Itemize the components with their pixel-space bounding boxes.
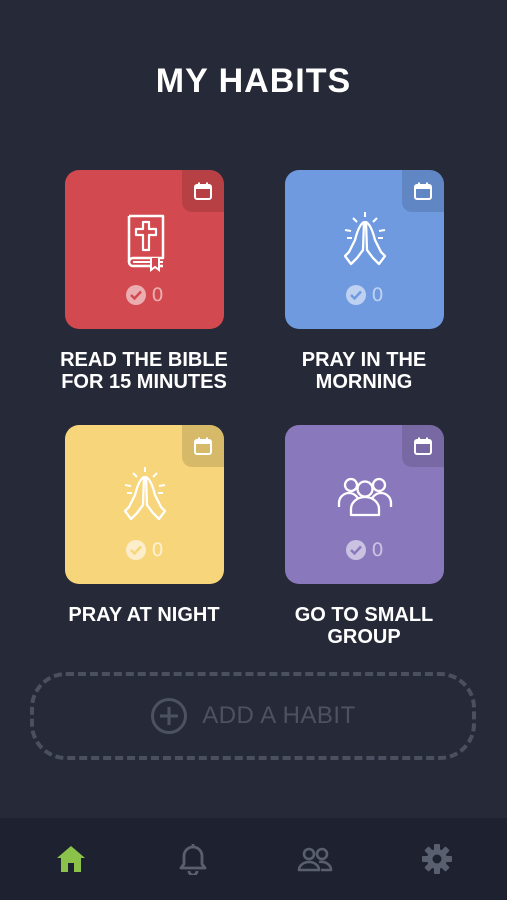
completion-count: 0	[65, 539, 224, 561]
tab-community[interactable]	[252, 818, 378, 900]
people-icon	[297, 847, 333, 872]
gear-icon	[422, 844, 452, 874]
completion-count: 0	[285, 284, 444, 306]
check-circle-icon	[126, 285, 147, 305]
habit-label-pray-morning[interactable]: PRAY IN THE MORNING	[264, 349, 464, 393]
calendar-icon[interactable]	[402, 425, 444, 467]
bible-icon	[127, 214, 164, 272]
praying-hands-icon	[343, 212, 386, 266]
home-icon	[57, 846, 85, 872]
praying-hands-icon	[123, 467, 166, 521]
habit-label-pray-night[interactable]: PRAY AT NIGHT	[44, 604, 244, 626]
completion-count-value: 0	[151, 539, 164, 561]
check-circle-icon	[126, 540, 147, 560]
page-title: MY HABITS	[155, 62, 352, 100]
tab-settings[interactable]	[374, 818, 500, 900]
habit-card-read-bible[interactable]: 0	[65, 170, 224, 329]
calendar-icon[interactable]	[402, 170, 444, 212]
completion-count-value: 0	[371, 539, 384, 561]
group-icon	[337, 477, 392, 517]
add-habit-label: ADD A HABIT	[202, 702, 356, 729]
completion-count: 0	[285, 539, 444, 561]
habit-card-pray-night[interactable]: 0	[65, 425, 224, 584]
check-circle-icon	[346, 540, 367, 560]
completion-count: 0	[65, 284, 224, 306]
check-circle-icon	[346, 285, 367, 305]
calendar-icon[interactable]	[182, 170, 224, 212]
bottom-tab-bar	[0, 818, 507, 900]
habit-card-pray-morning[interactable]: 0	[285, 170, 444, 329]
habit-label-small-group[interactable]: GO TO SMALL GROUP	[264, 604, 464, 648]
add-habit-button[interactable]: ADD A HABIT	[30, 672, 476, 760]
tab-home[interactable]	[8, 818, 134, 900]
plus-circle-icon	[151, 698, 188, 734]
completion-count-value: 0	[151, 284, 164, 306]
calendar-icon[interactable]	[182, 425, 224, 467]
habit-card-small-group[interactable]: 0	[285, 425, 444, 584]
habit-label-read-bible[interactable]: READ THE BIBLE FOR 15 MINUTES	[44, 349, 244, 393]
bell-icon	[179, 844, 207, 875]
tab-reminders[interactable]	[130, 818, 256, 900]
completion-count-value: 0	[371, 284, 384, 306]
